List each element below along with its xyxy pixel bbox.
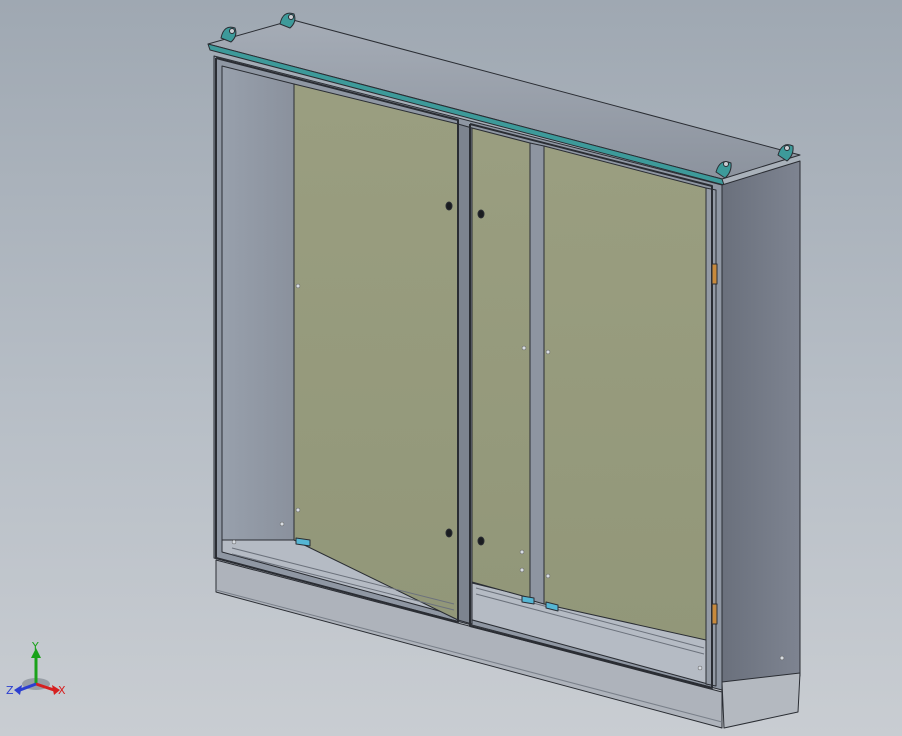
left-interior-wall[interactable] <box>221 65 295 541</box>
mounting-clip <box>521 595 535 605</box>
x-axis-label: X <box>58 684 66 697</box>
mounting-plate-left[interactable] <box>293 83 459 621</box>
hinge-icon <box>711 603 718 625</box>
cad-viewport[interactable]: Y X Z <box>0 0 902 736</box>
z-arrow-icon <box>14 685 22 695</box>
plinth-right[interactable] <box>721 672 801 729</box>
coordinate-triad[interactable]: Y X Z <box>6 640 66 697</box>
y-axis-label: Y <box>31 640 39 653</box>
hinge-icon <box>711 263 718 285</box>
mounting-plate-middle[interactable] <box>471 127 531 599</box>
right-side-panel[interactable] <box>721 160 801 701</box>
mounting-plate-right[interactable] <box>543 145 707 641</box>
mounting-clip <box>295 537 311 547</box>
z-axis-label: Z <box>6 684 14 697</box>
vertical-rail[interactable] <box>529 142 545 605</box>
cabinet-model[interactable] <box>207 12 801 729</box>
